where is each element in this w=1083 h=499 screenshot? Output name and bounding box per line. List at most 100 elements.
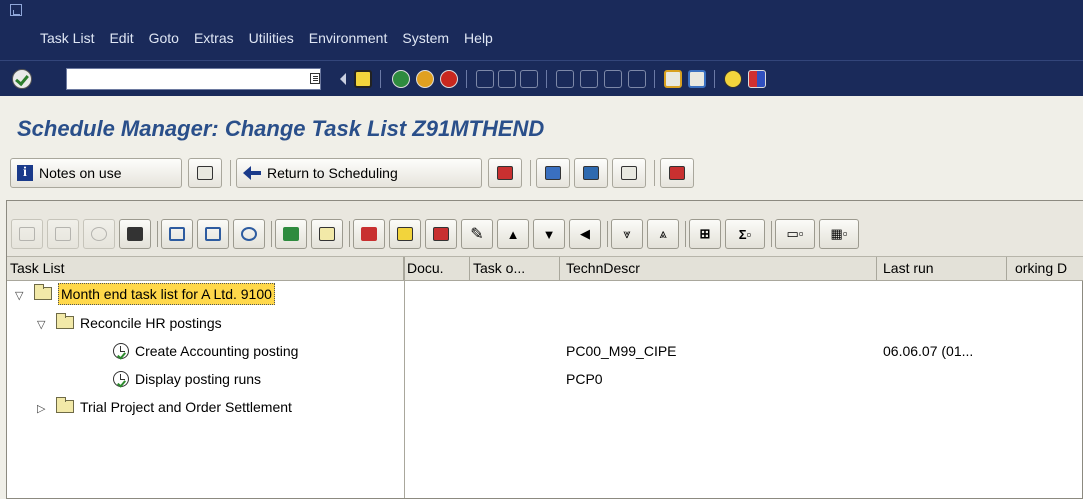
column-techn-descr[interactable]: TechnDescr [560, 257, 877, 281]
tree-node[interactable]: Create Accounting posting [113, 337, 404, 365]
node-label[interactable]: Display posting runs [135, 371, 261, 387]
separator [654, 160, 655, 186]
search-button[interactable] [233, 219, 265, 249]
tree-row[interactable]: ▽ Reconcile HR postings [7, 309, 1083, 337]
change-icon [205, 227, 221, 241]
tree-node[interactable]: ▽ Month end task list for A Ltd. 9100 [15, 281, 404, 309]
column-last-run[interactable]: Last run [877, 257, 1007, 281]
collapsed-arrow-icon[interactable]: ▷ [37, 395, 48, 421]
tree-node[interactable]: ▷ Trial Project and Order Settlement [37, 393, 404, 421]
paste-button[interactable] [425, 219, 457, 249]
copy-button[interactable] [389, 219, 421, 249]
system-menu-icon[interactable] [10, 4, 22, 16]
last-run-cell: 06.06.07 (01... [883, 343, 974, 359]
layout-button[interactable]: ▦▫ [819, 219, 859, 249]
calendar-button[interactable] [660, 158, 694, 188]
cancel-icon[interactable] [440, 70, 458, 88]
menu-goto[interactable]: Goto [149, 30, 179, 46]
column-task-owner[interactable]: Task o... [470, 257, 560, 281]
menu-help[interactable]: Help [464, 30, 493, 46]
create-task-button[interactable] [275, 219, 307, 249]
column-task-list[interactable]: Task List [7, 257, 404, 281]
shortcut-icon[interactable] [688, 70, 706, 88]
insert-button[interactable] [161, 219, 193, 249]
binoculars-icon: ⊞ [699, 226, 711, 241]
tree-node[interactable]: ▽ Reconcile HR postings [37, 309, 404, 337]
layout-menu-icon[interactable] [748, 70, 766, 88]
return-to-scheduling-label: Return to Scheduling [267, 165, 398, 181]
back-icon[interactable] [392, 70, 410, 88]
exit-icon[interactable] [416, 70, 434, 88]
find-next-icon [520, 70, 538, 88]
menu-system[interactable]: System [402, 30, 449, 46]
collapse-arrow-icon[interactable] [336, 73, 346, 85]
move-down-button[interactable]: ▼ [533, 219, 565, 249]
techn-descr-cell: PCP0 [566, 371, 603, 387]
help-icon[interactable] [724, 70, 742, 88]
task-list-button[interactable] [188, 158, 222, 188]
notes-on-use-button[interactable]: i Notes on use [10, 158, 182, 188]
node-label[interactable]: Trial Project and Order Settlement [80, 399, 292, 415]
previous-page-icon [580, 70, 598, 88]
refresh-button[interactable] [574, 158, 608, 188]
tree-node[interactable]: Display posting runs [113, 365, 404, 393]
save-icon[interactable] [354, 70, 372, 88]
print-icon [476, 70, 494, 88]
triangle-left-icon: ◀ [580, 226, 590, 241]
return-to-scheduling-button[interactable]: Return to Scheduling [236, 158, 482, 188]
create-folder-button[interactable] [311, 219, 343, 249]
insert-icon [169, 227, 185, 241]
menu-utilities[interactable]: Utilities [249, 30, 294, 46]
overview-button[interactable] [119, 219, 151, 249]
new-session-icon[interactable] [664, 70, 682, 88]
techn-descr-cell: PC00_M99_CIPE [566, 343, 677, 359]
tree-row[interactable]: ▷ Trial Project and Order Settlement [7, 393, 1083, 421]
column-docu[interactable]: Docu. [404, 257, 470, 281]
collapse-all-button[interactable]: ⩓ [647, 219, 679, 249]
tree-row[interactable]: Display posting runs PCP0 [7, 365, 1083, 393]
standard-toolbar [0, 60, 1083, 96]
menu-edit[interactable]: Edit [109, 30, 133, 46]
menu-extras[interactable]: Extras [194, 30, 234, 46]
arrow-left-icon [243, 166, 261, 180]
expanded-arrow-icon[interactable]: ▽ [37, 311, 48, 337]
delete-icon [361, 227, 377, 241]
undo-icon [55, 227, 71, 241]
undo-button[interactable] [47, 219, 79, 249]
change-button[interactable] [197, 219, 229, 249]
separator [230, 160, 231, 186]
node-label[interactable]: Create Accounting posting [135, 343, 298, 359]
separator [380, 70, 381, 88]
separator [466, 70, 467, 88]
tree-row[interactable]: Create Accounting posting PC00_M99_CIPE … [7, 337, 1083, 365]
edit-button[interactable]: ✎ [461, 219, 493, 249]
delete-button[interactable] [353, 219, 385, 249]
menu-task-list[interactable]: Task List [40, 30, 94, 46]
command-history-icon[interactable] [310, 73, 320, 84]
move-left-button[interactable]: ◀ [569, 219, 601, 249]
details-button[interactable] [11, 219, 43, 249]
expanded-arrow-icon[interactable]: ▽ [15, 283, 26, 309]
title-bar: Schedule Manager: Change Task List Z91MT… [0, 96, 1083, 150]
filter-button[interactable] [612, 158, 646, 188]
move-up-button[interactable]: ▲ [497, 219, 529, 249]
monitor-button[interactable] [536, 158, 570, 188]
tree-row[interactable]: ▽ Month end task list for A Ltd. 9100 [7, 281, 1083, 309]
menu-environment[interactable]: Environment [309, 30, 388, 46]
column-working-day[interactable]: orking D [1007, 257, 1083, 281]
transport-button[interactable] [488, 158, 522, 188]
find-button[interactable]: ⊞ [689, 219, 721, 249]
node-label[interactable]: Month end task list for A Ltd. 9100 [58, 283, 275, 305]
sum-button[interactable]: Σ▫ [725, 219, 765, 249]
enter-icon[interactable] [12, 69, 32, 89]
schedule-button[interactable] [83, 219, 115, 249]
triangle-up-icon: ▲ [506, 226, 520, 242]
node-label[interactable]: Reconcile HR postings [80, 315, 222, 331]
print-tree-button[interactable]: ▭▫ [775, 219, 815, 249]
page-title: Schedule Manager: Change Task List Z91MT… [17, 116, 545, 141]
expand-all-button[interactable]: ⩔ [611, 219, 643, 249]
task-list-tree-panel: ✎ ▲ ▼ ◀ ⩔ ⩓ ⊞ Σ▫ ▭▫ ▦▫ Task List Docu. T… [6, 200, 1083, 499]
command-field[interactable] [66, 68, 321, 90]
menu-bar: Task List Edit Goto Extras Utilities Env… [0, 0, 1083, 60]
print-icon: ▭▫ [786, 226, 804, 241]
